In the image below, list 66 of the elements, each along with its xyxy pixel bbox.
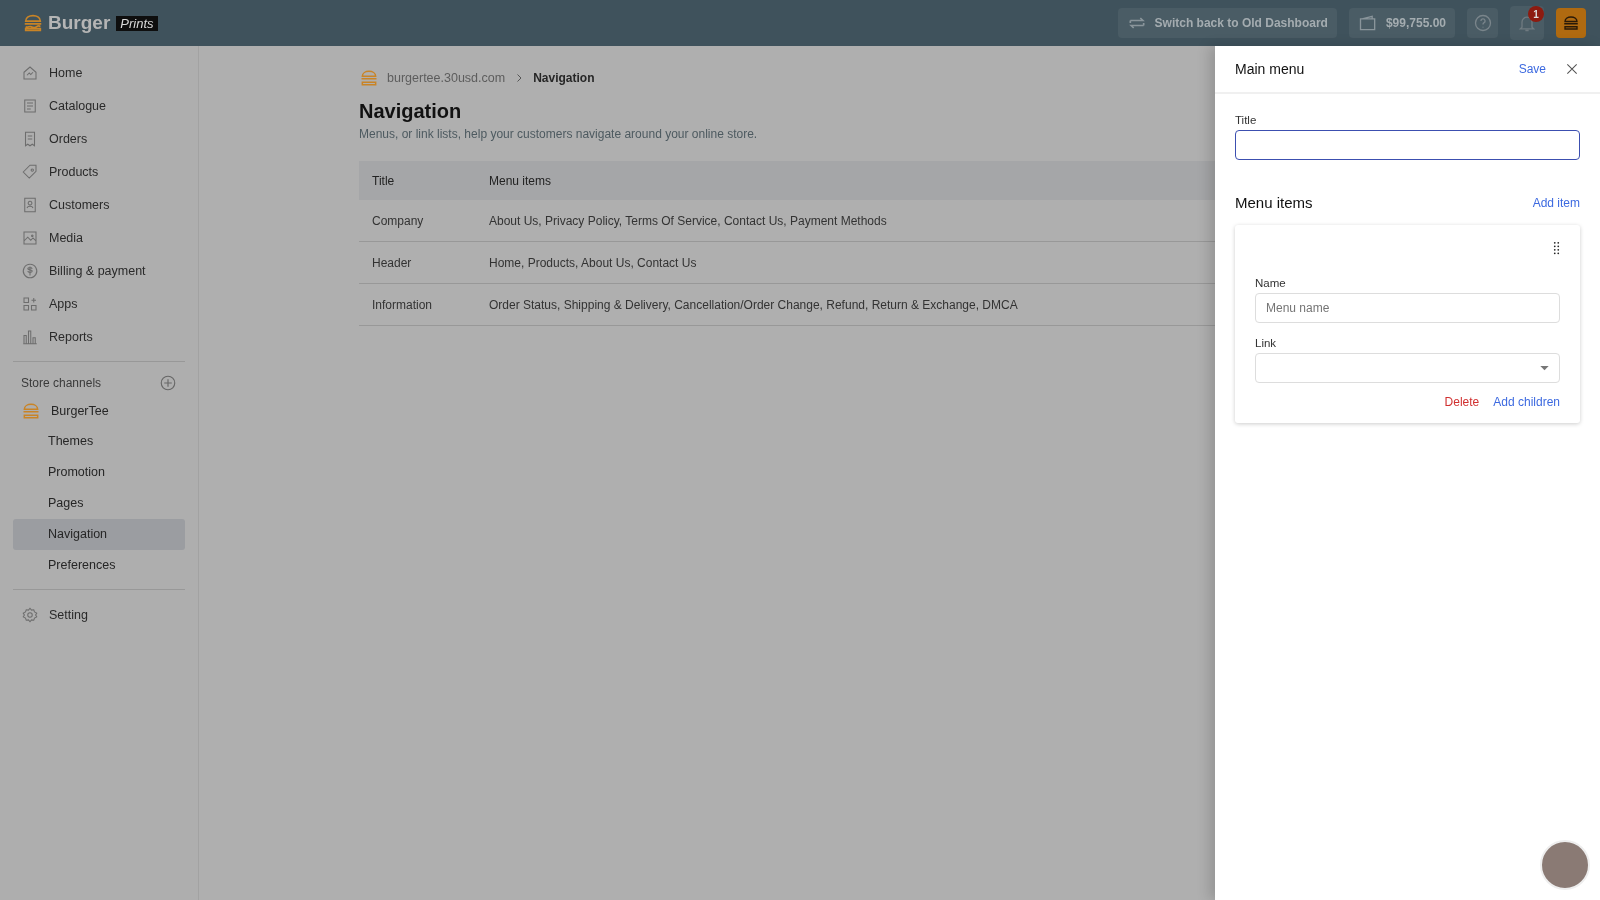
nav-item-icon <box>21 195 39 214</box>
name-input[interactable]: Menu name <box>1255 293 1560 323</box>
gear-icon <box>21 605 39 624</box>
field-label: Link <box>1255 337 1278 349</box>
sidebar-subitem[interactable]: Promotion <box>13 457 185 488</box>
sidebar-item[interactable]: Media <box>13 221 185 254</box>
nav-item-icon <box>21 294 39 313</box>
nav-item-icon <box>21 228 39 247</box>
help-icon <box>1472 13 1493 33</box>
sidebar-item[interactable]: Catalogue <box>13 89 185 122</box>
title-input[interactable] <box>1235 130 1580 160</box>
notifications-button[interactable]: 1 <box>1510 6 1544 40</box>
breadcrumb-current: Navigation <box>533 71 595 85</box>
column-header: Menu items <box>488 161 1215 200</box>
sidebar-subitem[interactable]: Pages <box>13 488 185 519</box>
sidebar-item[interactable]: Billing & payment <box>13 254 185 287</box>
close-icon[interactable] <box>1564 61 1580 77</box>
sidebar-subitem[interactable]: Navigation <box>13 519 185 550</box>
section-heading: Menu items <box>1235 194 1313 211</box>
table-cell: Order Status, Shipping & Delivery, Cancellation/Order Change, Refund, Return & Exchange, DMCA <box>488 283 1215 326</box>
burger-logo-icon <box>22 12 44 34</box>
sidebar-item[interactable]: Customers <box>13 188 185 221</box>
add-item-link[interactable]: Add item <box>1532 195 1580 210</box>
add-children-link[interactable]: Add children <box>1493 395 1560 409</box>
add-icon[interactable] <box>159 374 177 392</box>
table-cell: Information <box>359 283 488 326</box>
sidebar-item[interactable]: Apps <box>13 287 185 320</box>
field-label: Name <box>1255 277 1287 289</box>
table-row[interactable]: Company About Us, Privacy Policy, Terms Of Service, Contact Us, Payment Methods <box>359 200 1215 242</box>
brand-tag: Prints <box>116 15 158 31</box>
page-description: Menus, or link lists, help your customers navigate around your online store. <box>359 127 759 141</box>
sidebar-item[interactable]: Orders <box>13 122 185 155</box>
page-title: Navigation <box>359 100 462 123</box>
drag-handle-icon[interactable] <box>1553 241 1560 255</box>
nav-item-icon <box>21 261 39 280</box>
chat-avatar[interactable] <box>1540 840 1590 890</box>
notification-count: 1 <box>1528 6 1544 22</box>
table-cell: Header <box>359 241 488 284</box>
column-header: Title <box>359 161 488 200</box>
sidebar-subitem[interactable]: Preferences <box>13 550 185 581</box>
sidebar-item[interactable]: Products <box>13 155 185 188</box>
sidebar-item[interactable]: Home <box>13 56 185 89</box>
nav-item-icon <box>21 327 39 346</box>
sidebar-item[interactable]: Setting <box>13 598 185 631</box>
store-button[interactable] <box>1556 8 1586 38</box>
save-link[interactable]: Save <box>1518 62 1546 76</box>
sidebar-item[interactable]: Reports <box>13 320 185 353</box>
table-cell: Company <box>359 200 488 242</box>
field-label: Title <box>1235 114 1258 126</box>
nav-item-icon <box>21 162 39 181</box>
sidebar-subitem[interactable]: Themes <box>13 426 185 457</box>
table-row[interactable]: Header Home, Products, About Us, Contact Us <box>359 241 1215 284</box>
burger-icon <box>1562 13 1580 33</box>
table-cell: About Us, Privacy Policy, Terms Of Service, Contact Us, Payment Methods <box>488 200 1215 242</box>
wallet-icon <box>1357 13 1378 33</box>
store-item[interactable]: BurgerTee <box>13 396 185 426</box>
table-cell: Home, Products, About Us, Contact Us <box>488 241 1215 284</box>
burger-icon <box>359 68 379 88</box>
nav-item-icon <box>21 96 39 115</box>
brand-name: Burger <box>48 12 111 34</box>
delete-link[interactable]: Delete <box>1444 395 1480 409</box>
caret-icon <box>1540 365 1549 371</box>
table-row[interactable]: Information Order Status, Shipping & Delivery, Cancellation/Order Change, Refund, Return & Exchange, DMCA <box>359 283 1215 326</box>
section-label: Store channels <box>21 376 102 390</box>
burger-icon <box>21 401 41 421</box>
drawer-title: Main menu <box>1235 61 1306 77</box>
